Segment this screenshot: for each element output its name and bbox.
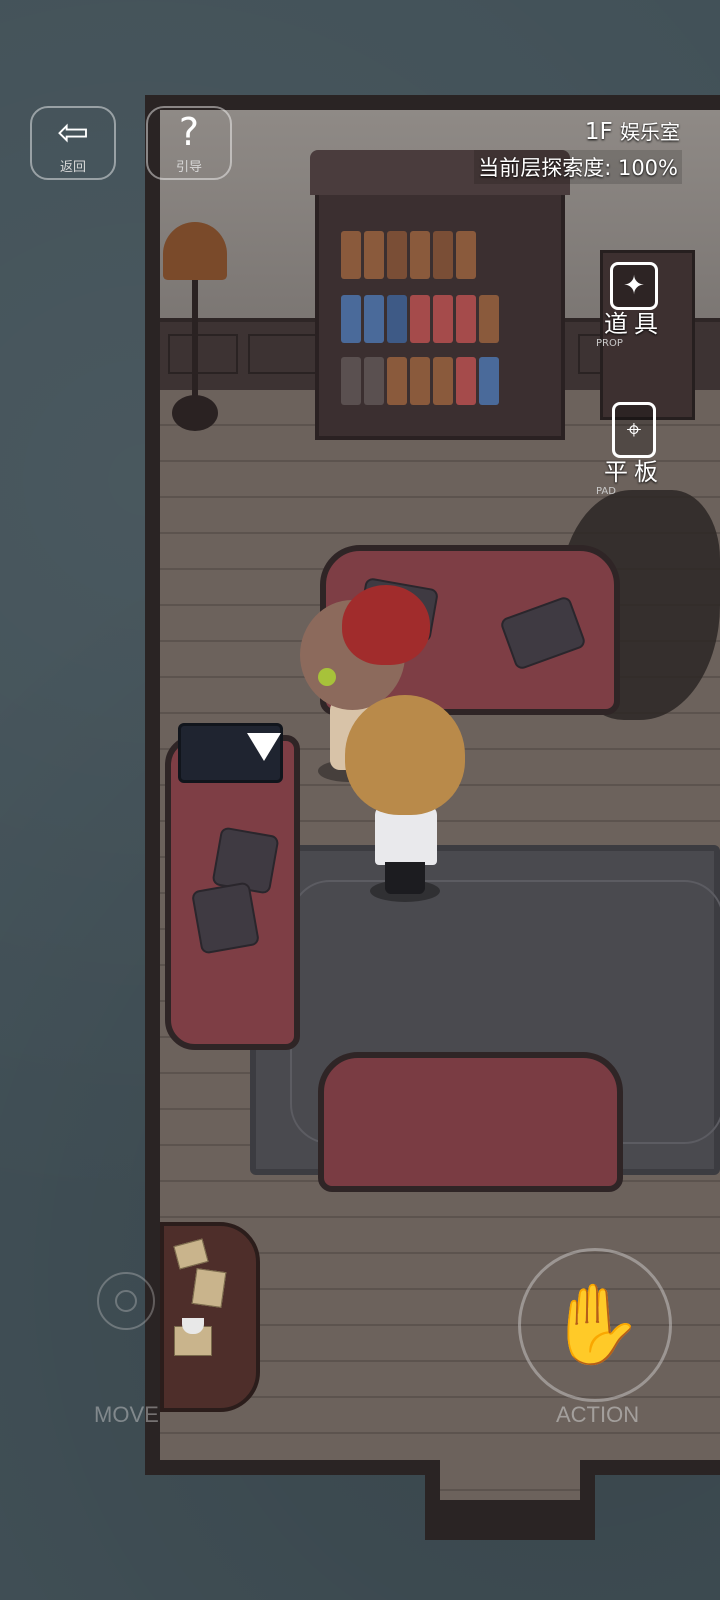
move-label: MOVE [94, 1402, 159, 1427]
back-label: 返回 [59, 159, 86, 175]
toolbox-icon: ✦ [610, 262, 658, 310]
props-button[interactable]: ✦ 道具 PROP [594, 262, 674, 349]
red-beret [342, 585, 430, 665]
guide-button[interactable]: ? 引导 [146, 106, 232, 180]
pad-sublabel: PAD [596, 486, 616, 497]
letter [191, 1268, 227, 1308]
action-button[interactable]: ✋ [518, 1248, 672, 1402]
question-mark-icon: ? [178, 109, 200, 154]
hand-icon: ✋ [546, 1279, 644, 1370]
interaction-indicator-icon[interactable] [247, 733, 281, 761]
exploration-progress: 当前层探索度: 100% [474, 150, 682, 184]
lamp-pole [192, 280, 198, 400]
room-name: 娱乐室 [620, 120, 680, 144]
lamp-base [172, 395, 218, 431]
girl-eye [318, 668, 336, 686]
pad-button[interactable]: ⌖ 平板 PAD [594, 402, 674, 497]
cushion [498, 594, 588, 672]
floor-doorway [440, 1455, 580, 1500]
floor-number: 1F [584, 119, 613, 145]
exit-arrow-icon: ⇦ [57, 109, 89, 154]
pad-label: 平板 [604, 458, 664, 486]
props-sublabel: PROP [596, 338, 623, 349]
player-character[interactable] [345, 695, 465, 815]
location-title: 1F 娱乐室 [585, 116, 680, 145]
lamp-shade [163, 222, 227, 280]
map-pin-icon: ⌖ [612, 402, 656, 458]
guide-label: 引导 [175, 159, 202, 175]
side-table[interactable] [160, 1222, 260, 1412]
sofa-bottom[interactable] [318, 1052, 623, 1192]
boy-legs [385, 862, 425, 894]
letter [173, 1238, 209, 1270]
action-label: ACTION [556, 1402, 640, 1427]
back-button[interactable]: ⇦ 返回 [30, 106, 116, 180]
cushion [190, 881, 261, 955]
props-label: 道具 [604, 310, 664, 338]
joystick-knob[interactable] [115, 1290, 137, 1312]
bookshelf[interactable] [315, 155, 565, 440]
